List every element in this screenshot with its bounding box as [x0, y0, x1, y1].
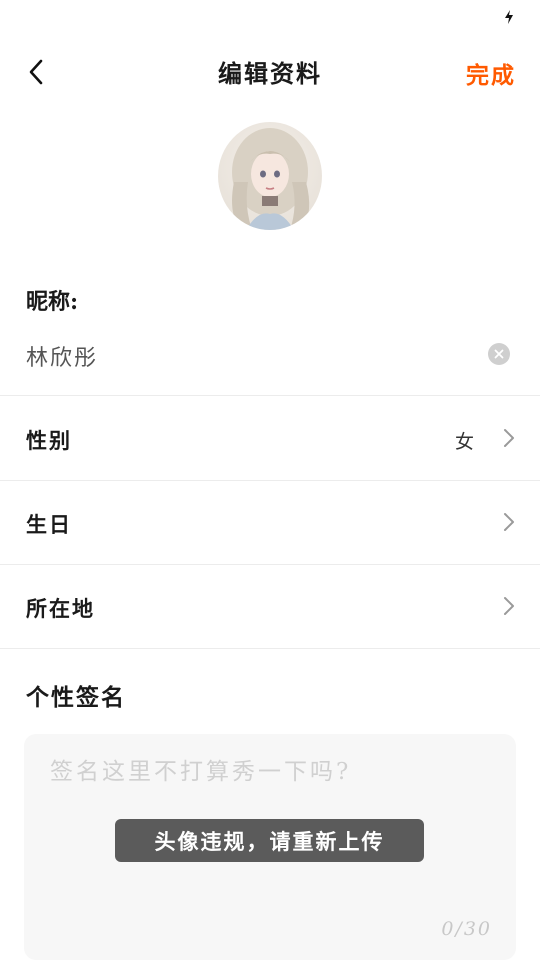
header: 编辑资料 完成 — [0, 44, 540, 100]
nickname-label: 昵称: — [26, 284, 78, 316]
nickname-label-text: 昵称 — [26, 289, 71, 315]
clear-icon — [494, 349, 504, 359]
charging-icon — [505, 10, 513, 24]
birthday-label: 生日 — [26, 512, 72, 537]
nickname-row — [0, 330, 540, 396]
gender-label: 性别 — [26, 428, 72, 453]
status-bar — [0, 0, 540, 34]
location-row[interactable]: 所在地 — [0, 565, 540, 649]
location-label: 所在地 — [26, 596, 95, 621]
signature-char-count: 0/30 — [441, 918, 492, 940]
chevron-right-icon — [504, 597, 514, 615]
birthday-row[interactable]: 生日 — [0, 481, 540, 565]
avatar-image — [218, 122, 322, 230]
done-button[interactable]: 完成 — [466, 56, 516, 90]
clear-button[interactable] — [488, 343, 510, 365]
signature-title: 个性签名 — [26, 684, 126, 711]
nickname-label-colon: : — [70, 289, 79, 315]
gender-row[interactable]: 性别 女 — [0, 397, 540, 481]
chevron-right-icon — [504, 429, 514, 447]
toast-message: 头像违规，请重新上传 — [115, 819, 424, 862]
nickname-input[interactable] — [26, 338, 466, 374]
gender-value: 女 — [454, 431, 474, 453]
chevron-right-icon — [504, 513, 514, 531]
page-title: 编辑资料 — [218, 59, 322, 88]
avatar[interactable] — [218, 122, 322, 230]
